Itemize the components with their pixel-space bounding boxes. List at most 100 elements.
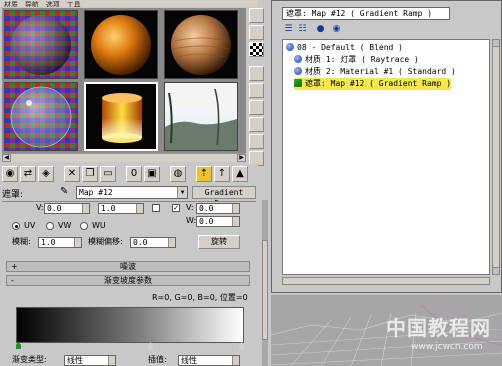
show-map-in-viewport-icon[interactable]: ▣ [144,166,160,182]
vw-label: VW [58,221,72,230]
scroll-left-icon[interactable]: ◀ [2,154,11,162]
put-to-scene-icon[interactable]: ⇄ [20,166,36,182]
wood-sphere-slot[interactable] [164,10,238,79]
scroll-thumb[interactable] [262,240,268,340]
get-material-icon[interactable]: ◉ [2,166,18,182]
interpolation-select[interactable]: 线性 [178,355,240,366]
menu-navigation[interactable]: 导航 [25,2,39,8]
uv-label: UV [24,221,36,230]
material-toolbar: ◉ ⇄ ◈ ✕ ❐ ▭ 0 ▣ ◍ ⇡ ↑ ▲ [2,164,258,184]
gradient-flag-start-icon[interactable] [16,342,21,349]
mirror-checkbox[interactable] [152,204,160,212]
rotate-button[interactable]: 旋转 [198,235,240,249]
tree-node-label: 材质 1: 灯罩 ( Raytrace ) [305,55,419,64]
blur-offset-field[interactable]: 0.0 [130,237,176,248]
scroll-down-icon[interactable] [493,267,499,274]
map-name-label: 遮罩: [2,190,24,200]
navigator-vertical-scrollbar[interactable] [492,39,500,275]
view-list-icon[interactable]: ☰ [282,23,295,36]
slots-horizontal-scrollbar[interactable]: ◀ ▶ [2,153,246,162]
noise-rollout[interactable]: + 噪波 [6,261,250,272]
blur-offset-label: 模糊偏移: [88,237,123,246]
make-preview-icon[interactable] [249,100,264,115]
vw-radio[interactable] [46,222,54,230]
blur-field[interactable]: 1.0 [38,237,82,248]
tile-checkbox[interactable]: ✓ [172,204,180,212]
navigator-horizontal-scrollbar[interactable] [282,277,490,285]
gradient-type-label: 渐变类型: [12,355,47,364]
tree-node-material-1[interactable]: 材质 1: 灯罩 ( Raytrace ) [294,54,419,66]
material-sphere-icon [294,55,302,63]
v-offset-label: V: [36,203,44,212]
tree-node-mask-map[interactable]: 遮罩: Map #12 ( Gradient Ramp ) [294,78,452,90]
checker-sphere-slot[interactable] [4,10,78,79]
map-name-value: Map #12 [79,188,113,197]
material-editor: 材质 导航 选项 工具 ◀ ▶ ◉ ⇄ ◈ ✕ ❐ ▭ 0 ▣ ◍ ⇡ ↑ ▲ … [0,0,268,366]
blur-label: 模糊: [12,237,31,246]
navigator-tree: 08 - Default ( Blend ) 材质 1: 灯罩 ( Raytra… [282,39,490,275]
sample-uv-icon[interactable] [249,66,264,81]
make-unique-icon[interactable]: ❐ [82,166,98,182]
menu-bar: 材质 导航 选项 工具 [0,0,258,7]
gradient-flag-mid-icon[interactable] [148,342,153,349]
noise-rollout-title: 噪波 [120,262,136,271]
map-type-button[interactable]: Gradient Ramp [192,186,256,208]
menu-utilities[interactable]: 工具 [67,2,81,8]
put-to-library-icon[interactable]: ▭ [100,166,116,182]
v-offset-field[interactable]: 0.0 [44,203,90,214]
menu-options[interactable]: 选项 [46,2,60,8]
glass-checker-slot[interactable] [4,82,78,151]
color-readout: R=0, G=0, B=0, 位置=0 [152,293,248,302]
tree-node-label: 遮罩: Map #12 ( Gradient Ramp ) [305,79,452,88]
backlight-icon[interactable] [249,25,264,40]
material-sphere-icon [294,67,302,75]
w-angle-field[interactable]: 0.0 [196,216,240,227]
gradient-params-rollout[interactable]: - 渐变坡度参数 [6,275,250,286]
eyedropper-icon[interactable]: ✎ [60,186,72,198]
go-forward-to-sibling-icon[interactable]: ↑ [214,166,230,182]
orange-sphere-slot[interactable] [84,10,158,79]
v-angle-field[interactable]: 0.0 [196,203,240,214]
v-angle-label: V: [186,203,194,212]
material-map-navigator: 遮罩: Map #12 ( Gradient Ramp ) ☰ ☷ ● ◉ 08… [271,0,502,293]
lamp-cylinder-slot[interactable] [84,82,158,151]
background-checker-icon[interactable] [249,42,264,57]
scroll-up-icon[interactable] [493,40,499,47]
panel-vertical-scrollbar[interactable] [262,200,268,366]
gradient-ramp-bar[interactable] [16,307,244,343]
navigator-title-field: 遮罩: Map #12 ( Gradient Ramp ) [282,7,450,20]
chevron-down-icon[interactable]: ▼ [177,187,187,198]
go-to-parent-icon[interactable]: ⇡ [196,166,212,182]
wu-radio[interactable] [80,222,88,230]
wu-label: WU [92,221,106,230]
tree-node-label: 材质 2: Material #1 ( Standard ) [305,67,456,76]
gradient-flag-end-icon[interactable] [239,342,244,349]
show-end-result-icon[interactable]: ◍ [170,166,186,182]
uv-radio[interactable] [12,222,20,230]
view-small-icons-icon[interactable]: ● [314,23,327,36]
menu-material[interactable]: 材质 [4,2,18,8]
select-by-material-icon[interactable] [249,134,264,149]
v-tiling-field[interactable]: 1.0 [98,203,144,214]
scroll-right-icon[interactable]: ▶ [237,154,246,162]
view-list-icons-icon[interactable]: ☷ [296,23,309,36]
landscape-slot[interactable] [164,82,238,151]
material-effects-channel-icon[interactable]: 0 [126,166,142,182]
tree-node-material-2[interactable]: 材质 2: Material #1 ( Standard ) [294,66,456,78]
watermark-url: www.jcwcn.com [411,342,483,352]
parameters-panel: V: 0.0 1.0 ✓ V: 0.0 W: 0.0 UV VW WU 模糊: … [2,201,256,366]
material-name-row: 遮罩: ✎ Map #12 ▼ Gradient Ramp [0,186,258,208]
gradient-params-title: 渐变坡度参数 [104,276,152,285]
reset-map-icon[interactable]: ✕ [64,166,80,182]
tree-node-root[interactable]: 08 - Default ( Blend ) [286,42,403,54]
map-name-field[interactable]: Map #12 ▼ [76,186,188,199]
sample-type-icon[interactable] [249,8,264,23]
gradient-type-select[interactable]: 线性 [64,355,116,366]
navigator-icon[interactable]: ▲ [232,166,248,182]
video-color-check-icon[interactable] [249,83,264,98]
view-large-icons-icon[interactable]: ◉ [330,23,343,36]
assign-to-selection-icon[interactable]: ◈ [38,166,54,182]
sample-slots-grid [2,8,246,154]
interpolation-label: 插值: [148,355,167,364]
options-icon[interactable] [249,117,264,132]
